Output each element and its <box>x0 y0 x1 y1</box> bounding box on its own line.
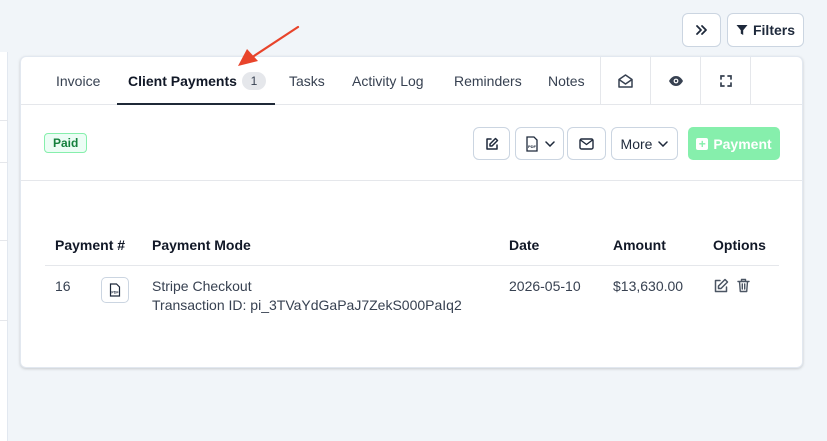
left-list-panel <box>0 52 8 441</box>
divider <box>0 240 8 241</box>
tab-label: Notes <box>548 73 585 89</box>
divider <box>750 57 751 105</box>
send-email-button[interactable] <box>567 127 606 160</box>
pdf-icon: PDF <box>109 283 121 297</box>
tab-label: Invoice <box>56 73 101 89</box>
envelope-open-icon <box>618 74 633 88</box>
divider <box>0 120 8 121</box>
edit-icon <box>485 137 498 150</box>
column-header-payment-mode: Payment Mode <box>152 237 251 253</box>
filters-label: Filters <box>752 22 795 38</box>
double-chevron-right-icon <box>695 25 707 35</box>
divider <box>0 162 8 163</box>
invoice-detail-card: Invoice Client Payments 1 Tasks Activity… <box>20 56 803 368</box>
divider <box>45 265 779 266</box>
payment-pdf-button[interactable]: PDF <box>101 277 129 303</box>
delete-payment-button[interactable] <box>737 278 750 293</box>
edit-button[interactable] <box>473 127 510 160</box>
payment-label: Payment <box>713 135 772 152</box>
envelope-icon <box>579 137 594 150</box>
tab-fullscreen[interactable] <box>700 57 750 105</box>
tab-bar: Invoice Client Payments 1 Tasks Activity… <box>21 57 802 105</box>
transaction-id: Transaction ID: pi_3TVaYdGaPaJ7ZekS000Pa… <box>152 297 462 313</box>
tab-view[interactable] <box>650 57 700 105</box>
svg-text:PDF: PDF <box>528 144 537 149</box>
payment-amount: $13,630.00 <box>613 278 684 294</box>
trash-icon <box>737 278 750 293</box>
tab-email-preview[interactable] <box>600 57 650 105</box>
chevron-down-icon <box>658 140 669 147</box>
tab-activity-log[interactable]: Activity Log <box>352 57 424 105</box>
expand-icon <box>719 75 732 87</box>
expand-panel-button[interactable] <box>682 13 721 47</box>
column-header-amount: Amount <box>613 237 666 253</box>
tab-label: Tasks <box>289 73 325 89</box>
divider <box>0 320 8 321</box>
svg-text:PDF: PDF <box>111 291 119 295</box>
tab-label: Client Payments <box>128 73 237 89</box>
plus-icon: + <box>696 137 709 150</box>
tab-invoice[interactable]: Invoice <box>56 57 100 105</box>
tab-client-payments[interactable]: Client Payments 1 <box>128 57 266 105</box>
tab-reminders[interactable]: Reminders <box>454 57 522 105</box>
tab-count-badge: 1 <box>241 72 266 90</box>
eye-icon <box>668 76 683 86</box>
tab-label: Reminders <box>454 73 522 89</box>
filters-button[interactable]: Filters <box>727 13 804 47</box>
tab-notes[interactable]: Notes <box>548 57 585 105</box>
tab-label: Activity Log <box>352 73 424 89</box>
pdf-dropdown-button[interactable]: PDF <box>515 127 564 160</box>
funnel-icon <box>736 25 748 35</box>
column-header-payment-no: Payment # <box>55 237 126 253</box>
status-badge: Paid <box>44 133 88 153</box>
column-header-date: Date <box>509 237 540 253</box>
invoice-toolbar: Paid PDF More + Payment <box>21 105 802 181</box>
pdf-icon: PDF <box>525 135 538 152</box>
add-payment-button[interactable]: + Payment <box>688 127 780 160</box>
more-label: More <box>620 135 653 152</box>
edit-icon <box>714 278 729 293</box>
tab-tasks[interactable]: Tasks <box>289 57 325 105</box>
payment-number: 16 <box>55 278 71 294</box>
payment-mode: Stripe Checkout <box>152 278 252 294</box>
chevron-down-icon <box>544 140 555 147</box>
payment-date: 2026-05-10 <box>509 278 581 294</box>
edit-payment-button[interactable] <box>713 278 729 294</box>
column-header-options: Options <box>713 237 766 253</box>
more-dropdown-button[interactable]: More <box>611 127 678 160</box>
